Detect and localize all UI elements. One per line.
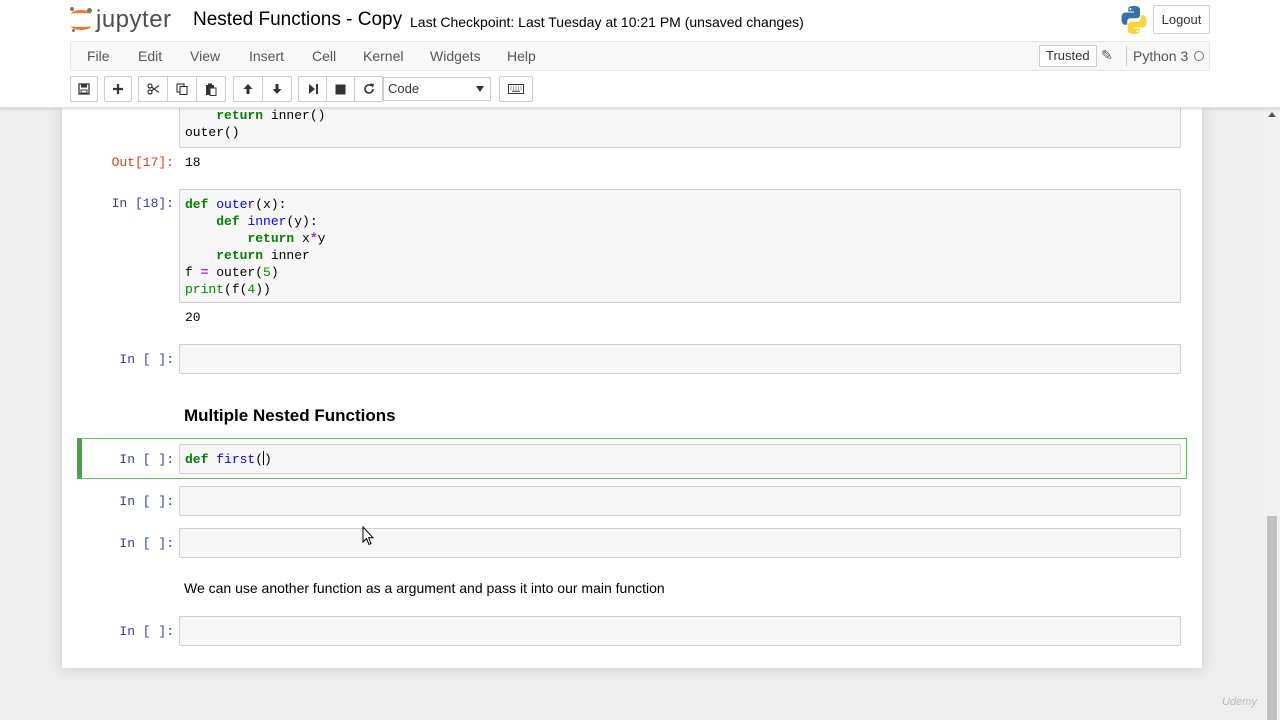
top-bar: jupyter Nested Functions - Copy Last Che… <box>0 0 1280 40</box>
text-cursor <box>263 451 265 465</box>
scroll-thumb[interactable] <box>1267 516 1277 720</box>
jupyter-logo-icon <box>70 7 92 33</box>
out-prompt-17: Out[17]: <box>111 155 174 170</box>
code-cell-empty-1[interactable] <box>179 344 1181 374</box>
menu-insert[interactable]: Insert <box>249 42 284 70</box>
save-button[interactable] <box>70 76 98 102</box>
move-down-button[interactable] <box>262 76 292 102</box>
kernel-name[interactable]: Python 3 <box>1133 42 1188 70</box>
kernel-idle-icon <box>1194 51 1204 61</box>
checkpoint-status: Last Checkpoint: Last Tuesday at 10:21 P… <box>410 14 804 30</box>
in-prompt-active: In [ ]: <box>119 452 174 467</box>
arrow-down-icon <box>272 84 282 94</box>
menu-help[interactable]: Help <box>507 42 536 70</box>
in-prompt-empty-3: In [ ]: <box>119 536 174 551</box>
code-cell-18-editor[interactable]: def outer(x): def inner(y): return x*y r… <box>179 189 1181 303</box>
notebook-header: jupyter Nested Functions - Copy Last Che… <box>0 0 1280 108</box>
copy-button[interactable] <box>167 76 197 102</box>
run-icon <box>308 84 318 94</box>
paste-button[interactable] <box>196 76 226 102</box>
scroll-up-icon[interactable] <box>1268 112 1276 117</box>
cell-18-output: 20 <box>185 310 201 325</box>
in-prompt-empty-1: In [ ]: <box>119 352 174 367</box>
jupyter-logo[interactable]: jupyter <box>70 6 172 34</box>
cut-icon <box>146 83 159 95</box>
restart-button[interactable] <box>354 76 383 102</box>
code-cell-active-source: def first() <box>185 451 272 467</box>
menu-view[interactable]: View <box>190 42 220 70</box>
divider <box>1126 46 1127 66</box>
chevron-down-icon <box>476 86 484 92</box>
menu-edit[interactable]: Edit <box>138 42 162 70</box>
logo-text: jupyter <box>96 6 172 33</box>
in-prompt-empty-2: In [ ]: <box>119 494 174 509</box>
python-logo-icon <box>1121 6 1147 34</box>
menu-widgets[interactable]: Widgets <box>430 42 481 70</box>
markdown-text: We can use another function as a argumen… <box>184 580 665 596</box>
save-icon <box>78 83 90 95</box>
arrow-up-icon <box>243 84 253 94</box>
cut-button[interactable] <box>138 76 168 102</box>
interrupt-button[interactable] <box>326 76 355 102</box>
code-cell-empty-4[interactable] <box>179 616 1181 646</box>
page-scrollbar[interactable] <box>1264 108 1280 720</box>
code-cell-17-source: return inner() outer() <box>185 108 326 140</box>
menu-kernel[interactable]: Kernel <box>363 42 403 70</box>
cell-type-value: Code <box>388 81 420 96</box>
insert-cell-button[interactable] <box>104 76 132 102</box>
run-button[interactable] <box>298 76 327 102</box>
stop-icon <box>335 84 346 94</box>
mouse-pointer-icon <box>362 526 374 546</box>
keyboard-icon <box>508 84 524 94</box>
code-cell-empty-3[interactable] <box>179 528 1181 558</box>
markdown-heading: Multiple Nested Functions <box>184 406 396 425</box>
logout-button[interactable]: Logout <box>1153 5 1210 34</box>
in-prompt-18: In [18]: <box>111 196 174 211</box>
notebook-container: return inner() outer() Out[17]: 18 In [18… <box>62 108 1202 668</box>
code-cell-active-editor[interactable]: def first() <box>179 444 1181 474</box>
udemy-watermark: Udemy <box>1222 696 1257 708</box>
in-prompt-empty-4: In [ ]: <box>119 624 174 639</box>
cell-17-output: 18 <box>185 155 201 170</box>
code-cell-17-editor[interactable]: return inner() outer() <box>179 108 1181 148</box>
notebook-title[interactable]: Nested Functions - Copy <box>193 9 402 31</box>
command-palette-button[interactable] <box>499 76 533 102</box>
edit-pencil-icon[interactable]: ✎ <box>1101 47 1113 64</box>
trusted-indicator[interactable]: Trusted <box>1039 45 1097 67</box>
cell-type-select[interactable]: Code <box>383 77 491 101</box>
menu-bar: File Edit View Insert Cell Kernel Widget… <box>70 41 1210 71</box>
restart-icon <box>363 83 374 94</box>
copy-icon <box>176 83 188 95</box>
move-up-button[interactable] <box>233 76 263 102</box>
code-cell-empty-2[interactable] <box>179 486 1181 516</box>
menu-file[interactable]: File <box>87 42 110 70</box>
code-cell-18-source: def outer(x): def inner(y): return x*y r… <box>185 197 326 297</box>
paste-icon <box>206 83 217 96</box>
menu-cell[interactable]: Cell <box>312 42 336 70</box>
plus-icon <box>113 84 123 94</box>
